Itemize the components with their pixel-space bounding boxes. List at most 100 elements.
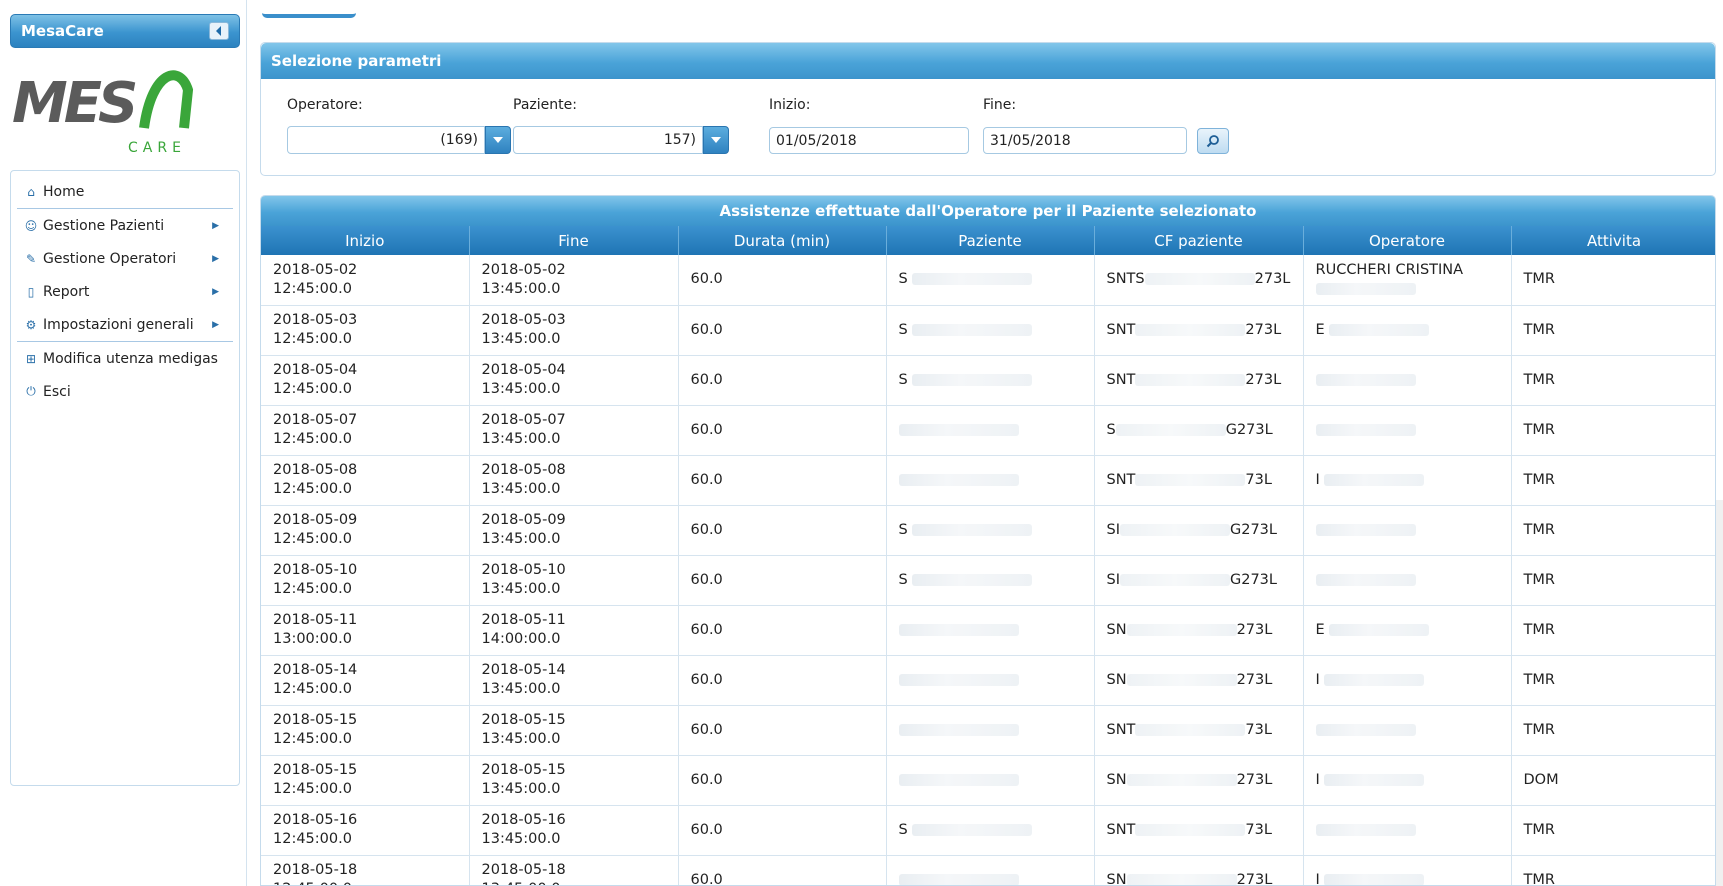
redacted-mask — [1315, 823, 1416, 836]
table-row[interactable]: 2018-05-07 12:45:00.0 2018-05-07 13:45:00.0… — [261, 405, 1715, 456]
sidebar-item-gestione-operatori[interactable]: ✎ Gestione Operatori ▶ — [17, 242, 233, 275]
report-icon: ▯ — [27, 284, 35, 299]
operatore-dropdown-button[interactable] — [485, 126, 511, 154]
cell-cf-paziente: SNT 273L — [1094, 355, 1304, 406]
column-header-durata[interactable]: Durata (min) — [678, 226, 887, 255]
column-header-paziente[interactable]: Paziente — [886, 226, 1095, 255]
end-date: 2018-05-08 — [481, 462, 566, 478]
start-time: 12:45:00.0 — [273, 731, 352, 747]
cell-paziente — [886, 655, 1095, 706]
end-date: 2018-05-09 — [481, 512, 566, 528]
cell-paziente — [886, 855, 1095, 885]
table-header-row: Inizio Fine Durata (min) Paziente CF paz… — [261, 226, 1715, 255]
end-date: 2018-05-02 — [481, 261, 566, 278]
power-icon: ⏻ — [26, 384, 36, 398]
patient-visible: S — [898, 271, 908, 288]
start-time: 12:45:00.0 — [273, 481, 352, 497]
redacted-mask — [1329, 623, 1430, 636]
column-header-inizio[interactable]: Inizio — [261, 226, 470, 255]
cf-prefix: SI — [1106, 571, 1120, 588]
sidebar-item-modifica-utenza[interactable]: ⊞ Modifica utenza medigas — [17, 342, 233, 375]
end-time: 13:45:00.0 — [481, 481, 561, 497]
start-time: 12:45:00.0 — [273, 431, 352, 447]
page-scrollbar[interactable] — [1716, 500, 1723, 886]
operatore-select[interactable]: (169) — [287, 126, 485, 154]
end-date: 2018-05-16 — [481, 812, 566, 828]
end-date: 2018-05-15 — [481, 712, 566, 728]
table-row[interactable]: 2018-05-03 12:45:00.0 2018-05-03 13:45:00.0… — [261, 305, 1715, 356]
cell-operatore: RUCCHERI CRISTINA — [1303, 255, 1512, 306]
cf-suffix: 273L — [1236, 671, 1273, 688]
column-header-operatore[interactable]: Operatore — [1303, 226, 1512, 255]
results-table-title: Assistenze effettuate dall'Operatore per… — [261, 196, 1715, 226]
table-row[interactable]: 2018-05-14 12:45:00.0 2018-05-14 13:45:00.0… — [261, 655, 1715, 706]
redacted-mask — [912, 823, 1033, 836]
operator-visible: I — [1315, 471, 1320, 488]
start-time: 12:45:00.0 — [273, 280, 352, 297]
operator-visible: E — [1315, 321, 1325, 338]
cell-durata: 60.0 — [678, 705, 887, 756]
redacted-mask — [912, 573, 1033, 586]
cf-prefix: SNTS — [1106, 271, 1145, 288]
redacted-mask — [1329, 323, 1430, 336]
column-header-attivita[interactable]: Attivita — [1511, 226, 1715, 255]
table-row[interactable]: 2018-05-18 12:45:00.0 2018-05-18 13:45:00.0… — [261, 855, 1715, 885]
sidebar-item-report[interactable]: ▯ Report ▶ — [17, 275, 233, 308]
cell-inizio: 2018-05-08 12:45:00.0 — [261, 455, 470, 506]
column-header-fine[interactable]: Fine — [469, 226, 679, 255]
paziente-dropdown-button[interactable] — [703, 126, 729, 154]
cell-inizio: 2018-05-03 12:45:00.0 — [261, 305, 470, 356]
table-row[interactable]: 2018-05-04 12:45:00.0 2018-05-04 13:45:00.0… — [261, 355, 1715, 406]
cell-durata: 60.0 — [678, 405, 887, 456]
redacted-mask — [1135, 473, 1246, 486]
search-button[interactable] — [1197, 128, 1229, 154]
sidebar-item-label: Esci — [43, 383, 71, 400]
start-date: 2018-05-08 — [273, 462, 358, 478]
home-icon: ⌂ — [27, 184, 35, 199]
top-tab[interactable] — [262, 0, 356, 18]
operatore-label: Operatore: — [287, 97, 363, 113]
cell-paziente — [886, 705, 1095, 756]
table-row[interactable]: 2018-05-08 12:45:00.0 2018-05-08 13:45:00.0… — [261, 455, 1715, 506]
table-row[interactable]: 2018-05-11 13:00:00.0 2018-05-11 14:00:00.0… — [261, 605, 1715, 656]
table-row[interactable]: 2018-05-10 12:45:00.0 2018-05-10 13:45:00.0… — [261, 555, 1715, 606]
start-time: 13:00:00.0 — [273, 631, 352, 647]
cell-durata: 60.0 — [678, 655, 887, 706]
mesacare-logo: MES CARE — [12, 60, 202, 160]
inizio-date-input[interactable] — [769, 127, 969, 154]
sidebar-item-impostazioni-generali[interactable]: ⚙ Impostazioni generali ▶ — [17, 308, 233, 341]
sidebar-item-gestione-pazienti[interactable]: ☺ Gestione Pazienti ▶ — [17, 209, 233, 242]
search-icon — [1206, 135, 1219, 148]
cell-cf-paziente: SNTS 273L — [1094, 255, 1304, 306]
cell-inizio: 2018-05-15 12:45:00.0 — [261, 755, 470, 806]
paziente-label: Paziente: — [513, 97, 577, 113]
column-header-cf-paziente[interactable]: CF paziente — [1094, 226, 1304, 255]
start-date: 2018-05-14 — [273, 662, 358, 678]
cell-fine: 2018-05-11 14:00:00.0 — [469, 605, 679, 656]
sidebar-item-label: Gestione Operatori — [43, 250, 177, 267]
table-row[interactable]: 2018-05-16 12:45:00.0 2018-05-16 13:45:00.0… — [261, 805, 1715, 856]
table-row[interactable]: 2018-05-15 12:45:00.0 2018-05-15 13:45:00.0… — [261, 705, 1715, 756]
table-row[interactable]: 2018-05-02 12:45:00.0 2018-05-02 13:45:00.0… — [261, 255, 1715, 306]
gear-icon: ⚙ — [25, 317, 37, 332]
fine-date-input[interactable] — [983, 127, 1187, 154]
sidebar-menu: ⌂ Home ☺ Gestione Pazienti ▶ ✎ Gestione … — [10, 170, 240, 786]
end-time: 13:45:00.0 — [481, 381, 561, 397]
redacted-mask — [1324, 673, 1425, 686]
cell-inizio: 2018-05-18 12:45:00.0 — [261, 855, 470, 885]
cf-prefix: SN — [1106, 671, 1127, 688]
selection-panel: Selezione parametri Operatore: (169) Paz… — [260, 42, 1716, 176]
cell-attivita: TMR — [1511, 405, 1715, 456]
table-row[interactable]: 2018-05-09 12:45:00.0 2018-05-09 13:45:00.0… — [261, 505, 1715, 556]
sidebar-item-esci[interactable]: ⏻ Esci — [17, 375, 233, 408]
end-time: 13:45:00.0 — [481, 731, 561, 747]
selection-panel-title: Selezione parametri — [261, 43, 1715, 79]
patient-visible: S — [898, 571, 908, 588]
start-date: 2018-05-03 — [273, 312, 358, 328]
paziente-select[interactable]: 157) — [513, 126, 703, 154]
end-time: 13:45:00.0 — [481, 581, 561, 597]
table-row[interactable]: 2018-05-15 12:45:00.0 2018-05-15 13:45:00.0… — [261, 755, 1715, 806]
collapse-sidebar-button[interactable] — [209, 22, 229, 40]
redacted-mask — [1126, 673, 1237, 686]
sidebar-item-home[interactable]: ⌂ Home — [17, 175, 233, 208]
